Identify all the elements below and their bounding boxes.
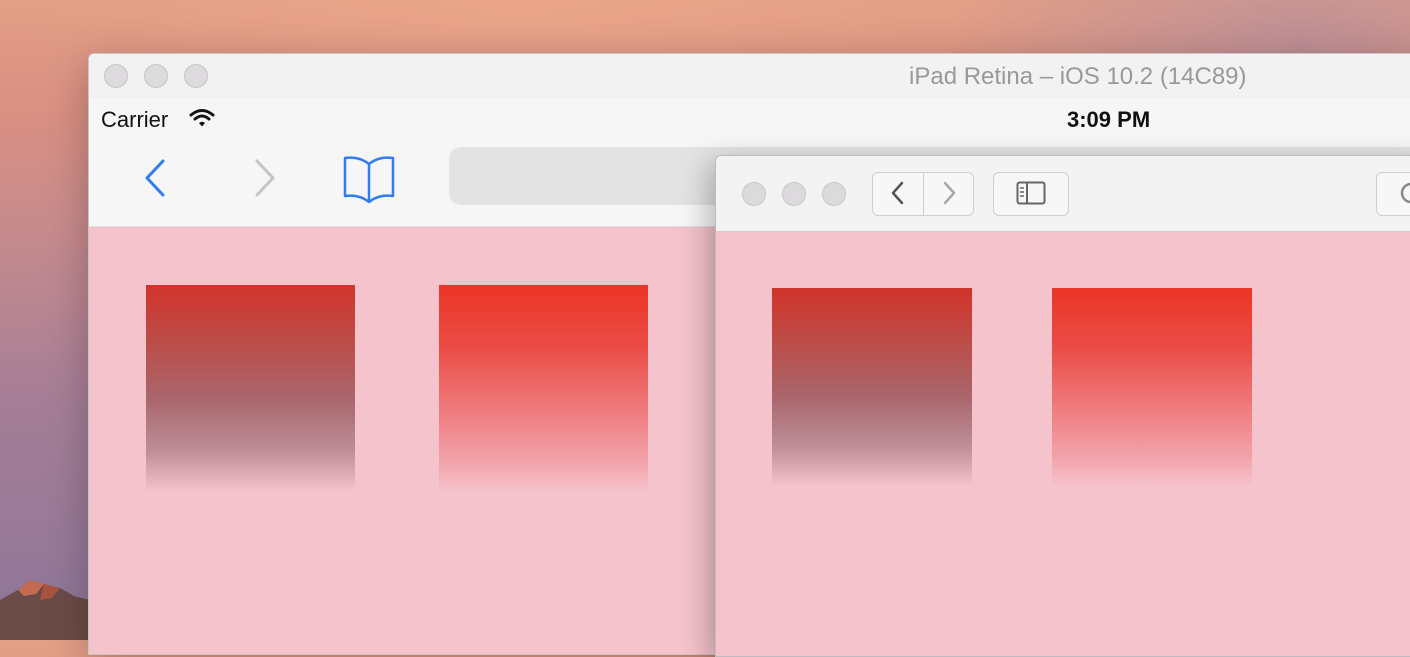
sidebar-icon [1016,181,1046,204]
forward-button[interactable] [924,172,974,216]
mountain-wallpaper-detail [0,580,90,640]
dark-gradient-box [146,285,355,492]
minimize-window-button[interactable] [144,64,168,88]
chevron-right-icon [255,159,275,197]
reload-button[interactable] [1376,172,1410,216]
bright-gradient-box [1052,288,1252,486]
back-button[interactable] [872,172,924,216]
dark-gradient-box [772,288,972,486]
ios-status-bar: Carrier 3:09 PM [89,98,1410,138]
close-window-button[interactable] [742,182,766,206]
carrier-label: Carrier [101,107,169,132]
chevron-left-icon [145,159,165,197]
close-window-button[interactable] [104,64,128,88]
zoom-window-button[interactable] [822,182,846,206]
wifi-icon [189,109,215,127]
status-time: 3:09 PM [1067,107,1151,132]
minimize-window-button[interactable] [782,182,806,206]
window-title: iPad Retina – iOS 10.2 (14C89) [909,63,1247,90]
bright-gradient-box [439,285,648,492]
chevron-right-icon [943,181,955,204]
reload-icon [1400,182,1410,203]
sidebar-toggle-button[interactable] [993,172,1069,216]
bookmarks-button[interactable] [341,154,397,209]
chevron-left-icon [891,181,904,204]
simulator-titlebar: iPad Retina – iOS 10.2 (14C89) [89,54,1410,99]
zoom-window-button[interactable] [184,64,208,88]
forward-button[interactable] [249,158,279,201]
safari-window [715,155,1410,657]
safari-web-content [716,232,1410,656]
book-icon [343,156,395,204]
back-button[interactable] [141,158,171,201]
safari-toolbar [716,156,1410,232]
